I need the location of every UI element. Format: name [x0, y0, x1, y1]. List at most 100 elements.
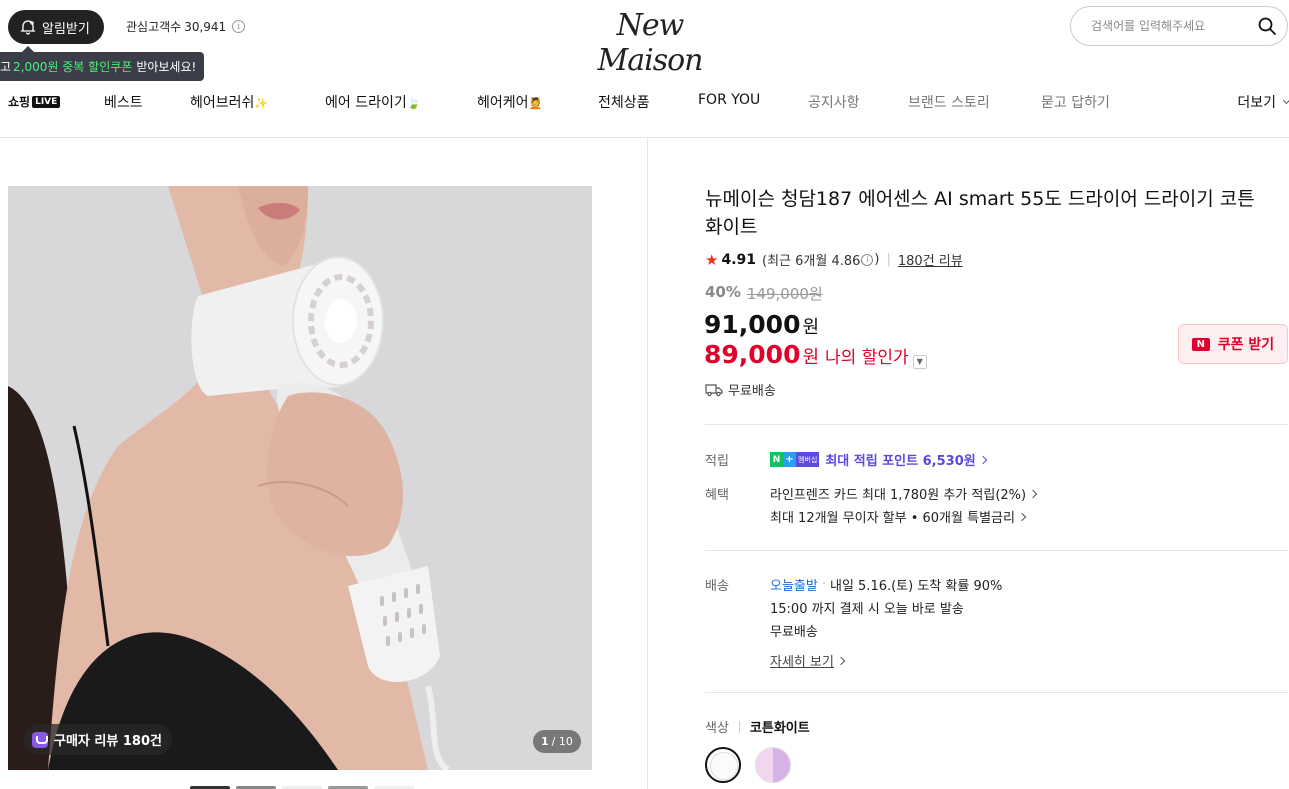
- divider: |: [886, 252, 891, 267]
- recent-rating-close: ): [874, 252, 880, 267]
- tooltip-highlight: 2,000원 중복 할인쿠폰: [13, 60, 133, 74]
- dot-separator: ·: [821, 577, 826, 592]
- installment-text: 최대 12개월 무이자 할부 • 60개월 특별금리: [770, 511, 1015, 526]
- today-dispatch-label: 오늘출발: [770, 579, 818, 594]
- nav-item-brand-story[interactable]: 브랜드 스토리: [908, 92, 990, 112]
- delivery-estimate-row: 오늘출발 · 내일 5.16.(토) 도착 확률 90%: [770, 575, 1002, 594]
- search-input[interactable]: [1091, 19, 1251, 33]
- my-discount-price[interactable]: 89,000 원 나의 할인가 ▼: [704, 340, 927, 369]
- selected-color: 코튼화이트: [749, 721, 810, 736]
- nav-label: 공지사항: [808, 95, 860, 111]
- swatch-half: [756, 748, 773, 782]
- buyer-review-badge[interactable]: 구매자 리뷰 180건: [24, 724, 172, 755]
- search-box: [1070, 6, 1288, 46]
- nav-label: 묻고 답하기: [1041, 95, 1110, 111]
- review-bag-icon: [32, 731, 48, 748]
- color-swatch-lavender[interactable]: [755, 747, 791, 783]
- chevron-right-icon: [836, 656, 846, 665]
- category-nav: 쇼핑 LIVE 베스트 헤어브러쉬✨ 에어 드라이기🍃 헤어케어💆 전체상품 F…: [0, 80, 1289, 138]
- recent-rating: (최근 6개월 4.86: [762, 254, 861, 269]
- nav-item-haircare[interactable]: 헤어케어💆: [477, 92, 542, 112]
- color-swatch-cotton-white[interactable]: [705, 747, 741, 783]
- chevron-down-icon[interactable]: ▼: [912, 354, 927, 369]
- chevron-right-icon: [1017, 512, 1027, 521]
- free-shipping-label: 무료배송: [728, 384, 776, 399]
- section-divider: [705, 424, 1288, 425]
- nav-label: FOR YOU: [698, 92, 761, 108]
- image-page-counter: 1 / 10: [533, 730, 581, 753]
- tooltip-suffix: 받아보세요!: [136, 60, 197, 74]
- nav-item-best[interactable]: 베스트: [104, 92, 143, 112]
- original-price-row: 40% 149,000원: [705, 283, 823, 304]
- points-row[interactable]: N + 멤버십 최대 적립 포인트 6,530원: [770, 450, 987, 469]
- logo-text: New Maison: [597, 8, 704, 78]
- naver-plus-membership-badge: N + 멤버십: [770, 452, 820, 467]
- shopping-live-logo[interactable]: 쇼핑 LIVE: [8, 93, 61, 110]
- rating-score: 4.91: [721, 251, 756, 268]
- nav-label: 헤어케어: [477, 95, 529, 111]
- column-divider: [647, 138, 648, 789]
- card-benefit-text: 라인프렌즈 카드 최대 1,780원 추가 적립(2%): [770, 488, 1027, 503]
- review-count-link[interactable]: 180건 리뷰: [898, 250, 963, 269]
- installment-row[interactable]: 최대 12개월 무이자 할부 • 60개월 특별금리: [770, 507, 1027, 526]
- discount-percent: 40%: [705, 283, 741, 301]
- brand-logo[interactable]: New Maison: [560, 8, 740, 78]
- nav-item-qna[interactable]: 묻고 답하기: [1041, 92, 1110, 112]
- nav-label: 전체상품: [598, 95, 650, 111]
- naver-n-icon: N: [1191, 337, 1210, 351]
- color-label: 색상: [705, 721, 729, 736]
- my-price-value: 89,000: [704, 340, 801, 369]
- membership-tag: 멤버십: [796, 452, 820, 467]
- points-label: 적립: [705, 454, 729, 469]
- delivery-free: 무료배송: [770, 625, 818, 640]
- sale-price: 91,000 원: [704, 310, 819, 339]
- rating-row: ★ 4.91 (최근 6개월 4.86 i ) | 180건 리뷰: [705, 250, 963, 270]
- nav-item-all-products[interactable]: 전체상품: [598, 92, 650, 112]
- chevron-right-icon: [1028, 489, 1038, 498]
- chevron-right-icon: [978, 455, 987, 464]
- product-main-image[interactable]: [8, 186, 592, 770]
- nav-more-button[interactable]: 더보기: [1237, 92, 1289, 112]
- nav-item-for-you[interactable]: FOR YOU: [698, 92, 760, 108]
- delivery-details-link[interactable]: 자세히 보기: [770, 651, 846, 670]
- arrival-estimate: 내일 5.16.(토) 도착 확률 90%: [829, 579, 1003, 594]
- search-icon[interactable]: [1257, 16, 1277, 36]
- nav-label: 베스트: [104, 95, 143, 111]
- nav-item-hairbrush[interactable]: 헤어브러쉬✨: [190, 92, 268, 112]
- notify-button[interactable]: 알림받기: [8, 10, 104, 44]
- sparkle-icon: ✨: [254, 97, 269, 110]
- fans-label: 관심고객수: [126, 20, 182, 34]
- bell-plus-icon: [20, 20, 36, 35]
- haircare-icon: 💆: [528, 97, 543, 110]
- divider: [738, 720, 740, 733]
- dispatch-cutoff: 15:00 까지 결제 시 오늘 바로 발송: [770, 602, 964, 617]
- star-icon: ★: [705, 250, 719, 269]
- info-icon[interactable]: i: [232, 20, 246, 33]
- model-holding-dryer-illustration: [8, 186, 592, 770]
- coupon-button[interactable]: N 쿠폰 받기: [1178, 324, 1288, 364]
- fans-number: 30,941: [184, 19, 227, 34]
- coupon-label: 쿠폰 받기: [1217, 337, 1275, 353]
- truck-icon: [705, 383, 723, 396]
- leaf-icon: 🍃: [406, 97, 421, 110]
- info-icon[interactable]: i: [861, 253, 874, 266]
- original-price: 149,000원: [746, 285, 823, 303]
- review-badge-text: 구매자 리뷰 180건: [54, 734, 162, 749]
- section-divider: [705, 550, 1288, 551]
- details-link-text: 자세히 보기: [770, 655, 834, 670]
- nav-label: 에어 드라이기: [325, 95, 407, 111]
- section-divider: [705, 692, 1288, 693]
- top-header: 알림받기 관심고객수 30,941 i 고 2,000원 중복 할인쿠폰 받아보…: [0, 0, 1289, 81]
- card-benefit-row[interactable]: 라인프렌즈 카드 최대 1,780원 추가 적립(2%): [770, 484, 1038, 503]
- sale-price-unit: 원: [802, 317, 820, 338]
- delivery-label: 배송: [705, 579, 729, 594]
- tooltip-prefix: 고: [0, 60, 12, 74]
- nav-item-notice[interactable]: 공지사항: [808, 92, 860, 112]
- chevron-down-icon: [1282, 96, 1289, 104]
- nav-label: 헤어브러쉬: [190, 95, 255, 111]
- fans-count: 관심고객수 30,941 i: [126, 18, 246, 35]
- naver-n-icon: N: [770, 452, 783, 467]
- sale-price-value: 91,000: [704, 310, 801, 339]
- total-pages: / 10: [551, 735, 573, 748]
- nav-item-air-dryer[interactable]: 에어 드라이기🍃: [325, 92, 420, 112]
